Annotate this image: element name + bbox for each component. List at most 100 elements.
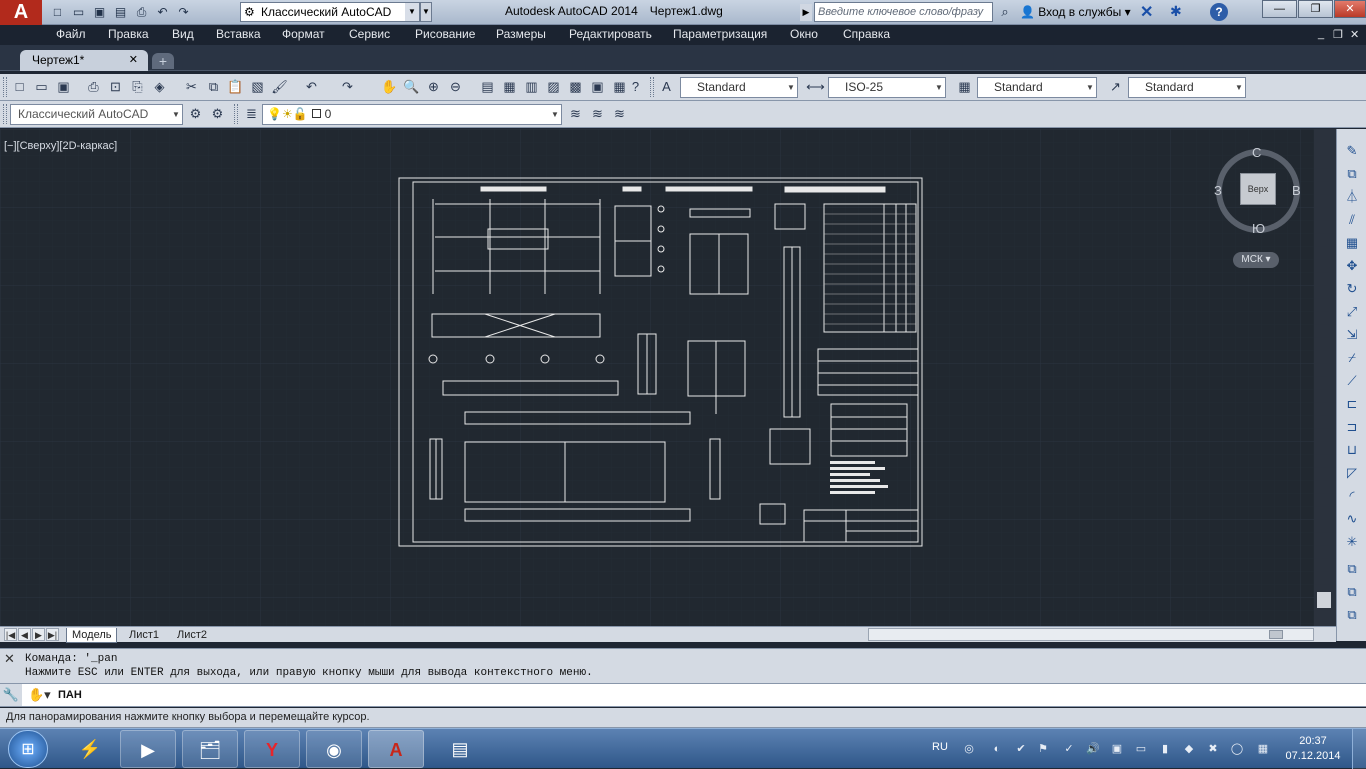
plot-preview-icon[interactable]: ⊡ (106, 77, 125, 97)
drawing-area[interactable]: [−][Сверху][2D-каркас] Верх С Ю З В МСК … (0, 129, 1336, 626)
dim-style-select[interactable]: ISO-25 ▼ (828, 77, 946, 98)
calculator-icon[interactable]: ▣ (588, 77, 607, 97)
language-indicator[interactable]: RU (932, 741, 948, 753)
compass-east[interactable]: В (1292, 183, 1301, 198)
open-icon[interactable]: ▭ (32, 77, 51, 97)
menu-edit[interactable]: Правка (108, 27, 149, 41)
new-icon[interactable]: □ (10, 77, 29, 97)
file-tab-drawing1[interactable]: Чертеж1* ✕ (20, 50, 148, 71)
copy-object-icon[interactable]: ⧉ (1342, 164, 1362, 184)
close-icon[interactable]: ✕ (129, 50, 138, 70)
help-icon[interactable]: ? (1210, 3, 1228, 21)
antivirus-icon[interactable]: ✔ (1014, 742, 1028, 756)
toolbar-grip[interactable] (650, 77, 654, 97)
compass-west[interactable]: З (1214, 183, 1222, 198)
draworder-icon[interactable]: ⧉ (1342, 559, 1362, 579)
rotate-icon[interactable]: ↻ (1342, 279, 1362, 299)
save-icon[interactable]: ▣ (90, 3, 109, 21)
opera-icon[interactable]: ◯ (1230, 742, 1244, 756)
flag-icon[interactable]: ⚑ (1036, 742, 1050, 756)
workspace-dropdown[interactable]: ⚙ Классический AutoCAD ▼ (240, 2, 420, 22)
chamfer-icon[interactable]: ◸ (1342, 463, 1362, 483)
redo-icon[interactable]: ↷ (338, 77, 357, 97)
erase-icon[interactable]: ✎ (1342, 141, 1362, 161)
save-icon[interactable]: ▣ (54, 77, 73, 97)
sheet-set-icon[interactable]: ▨ (544, 77, 563, 97)
volume-icon[interactable]: 🔊 (1086, 742, 1100, 756)
expand-arrow-icon[interactable]: ▶ (800, 4, 812, 21)
start-button[interactable]: ⊞ (8, 730, 48, 768)
tools-icon[interactable]: ✖ (1206, 742, 1220, 756)
menu-dimension[interactable]: Размеры (496, 27, 546, 41)
tab-model[interactable]: Модель (66, 628, 118, 643)
help-icon[interactable]: ? (626, 77, 645, 97)
menu-window[interactable]: Окно (790, 27, 818, 41)
explode-icon[interactable]: ✳ (1342, 532, 1362, 552)
layer-select[interactable]: 💡☀🔓 0 ▼ (262, 104, 562, 125)
stretch-icon[interactable]: ⇲ (1342, 325, 1362, 345)
cut-icon[interactable]: ✂ (182, 77, 201, 97)
qat-customize-button[interactable]: ▼ (420, 2, 432, 22)
doc-restore-icon[interactable]: ❐ (1333, 28, 1343, 41)
prev-layout-icon[interactable]: ◀ (18, 628, 31, 641)
text-style-icon[interactable]: A (657, 77, 676, 97)
move-icon[interactable]: ✥ (1342, 256, 1362, 276)
text-style-select[interactable]: Standard ▼ (680, 77, 798, 98)
workspace-settings-icon[interactable]: ⚙ (186, 104, 205, 124)
trim-icon[interactable]: ⌿ (1342, 348, 1362, 368)
clock[interactable]: 20:37 07.12.2014 (1285, 734, 1341, 764)
join-icon[interactable]: ⊔ (1342, 440, 1362, 460)
array-icon[interactable]: ▦ (1342, 233, 1362, 253)
exchange-apps-icon[interactable]: ✕ (1140, 2, 1153, 22)
mirror-icon[interactable]: ⏃ (1342, 187, 1362, 207)
print-icon[interactable]: ⎙ (132, 3, 151, 21)
media-center-icon[interactable]: ⚡ (62, 730, 118, 768)
colorful-tray-icon[interactable]: ◐ (990, 742, 1004, 756)
mleader-style-select[interactable]: Standard ▼ (1128, 77, 1246, 98)
media-player-icon[interactable]: ▶ (120, 730, 176, 768)
blend-curves-icon[interactable]: ∿ (1342, 509, 1362, 529)
draworder-back-icon[interactable]: ⧉ (1342, 582, 1362, 602)
viewport-controls-label[interactable]: [−][Сверху][2D-каркас] (4, 140, 117, 152)
paste-icon[interactable]: 📋 (226, 77, 245, 97)
close-button[interactable]: ✕ (1334, 0, 1366, 18)
break-at-point-icon[interactable]: ⊏ (1342, 394, 1362, 414)
make-current-layer-icon[interactable]: ≋ (566, 104, 585, 124)
last-layout-icon[interactable]: ▶| (46, 628, 59, 641)
workspace-select[interactable]: Классический AutoCAD ▼ (10, 104, 183, 125)
toolbar-grip[interactable] (3, 104, 7, 124)
redo-icon[interactable]: ↷ (174, 3, 193, 21)
menu-parametric[interactable]: Параметризация (673, 27, 767, 41)
new-drawing-tab-button[interactable]: + (152, 53, 174, 69)
menu-draw[interactable]: Рисование (415, 27, 475, 41)
toolbar-grip[interactable] (234, 104, 238, 124)
checkmark-icon[interactable]: ✓ (1062, 742, 1076, 756)
yandex-browser-icon[interactable]: Y (244, 730, 300, 768)
menu-help[interactable]: Справка (843, 27, 890, 41)
open-icon[interactable]: ▭ (69, 3, 88, 21)
publish-icon[interactable]: ⎘ (128, 77, 147, 97)
autocad-task-icon[interactable]: A (368, 730, 424, 768)
signal-icon[interactable]: ▮ (1158, 742, 1172, 756)
toolbar-grip[interactable] (3, 77, 7, 97)
offset-icon[interactable]: ⫽ (1342, 210, 1362, 230)
menu-insert[interactable]: Вставка (216, 27, 261, 41)
tool-palettes-icon[interactable]: ▥ (522, 77, 541, 97)
compass-south[interactable]: Ю (1252, 221, 1265, 236)
vk-icon[interactable]: ▦ (1256, 742, 1270, 756)
mleader-style-icon[interactable]: ↗ (1106, 77, 1125, 97)
horizontal-scroll-thumb[interactable] (1269, 630, 1283, 639)
compass-north[interactable]: С (1252, 145, 1261, 160)
close-icon[interactable]: ✕ (4, 651, 15, 667)
help-search-input[interactable]: Введите ключевое слово/фразу (814, 2, 993, 22)
pan-hand-icon[interactable]: ✋▾ (28, 687, 51, 703)
vertical-scroll-thumb[interactable] (1317, 592, 1331, 608)
stay-connected-icon[interactable]: ✱ (1170, 3, 1182, 20)
extend-icon[interactable]: ⟋ (1342, 371, 1362, 391)
vertical-scrollbar[interactable] (1314, 129, 1336, 626)
match-properties-icon[interactable]: 🖌 (270, 77, 289, 97)
minimize-button[interactable]: — (1262, 0, 1297, 18)
doc-close-icon[interactable]: ✕ (1350, 28, 1359, 41)
copy-icon[interactable]: ⧉ (204, 77, 223, 97)
markup-icon[interactable]: ▩ (566, 77, 585, 97)
